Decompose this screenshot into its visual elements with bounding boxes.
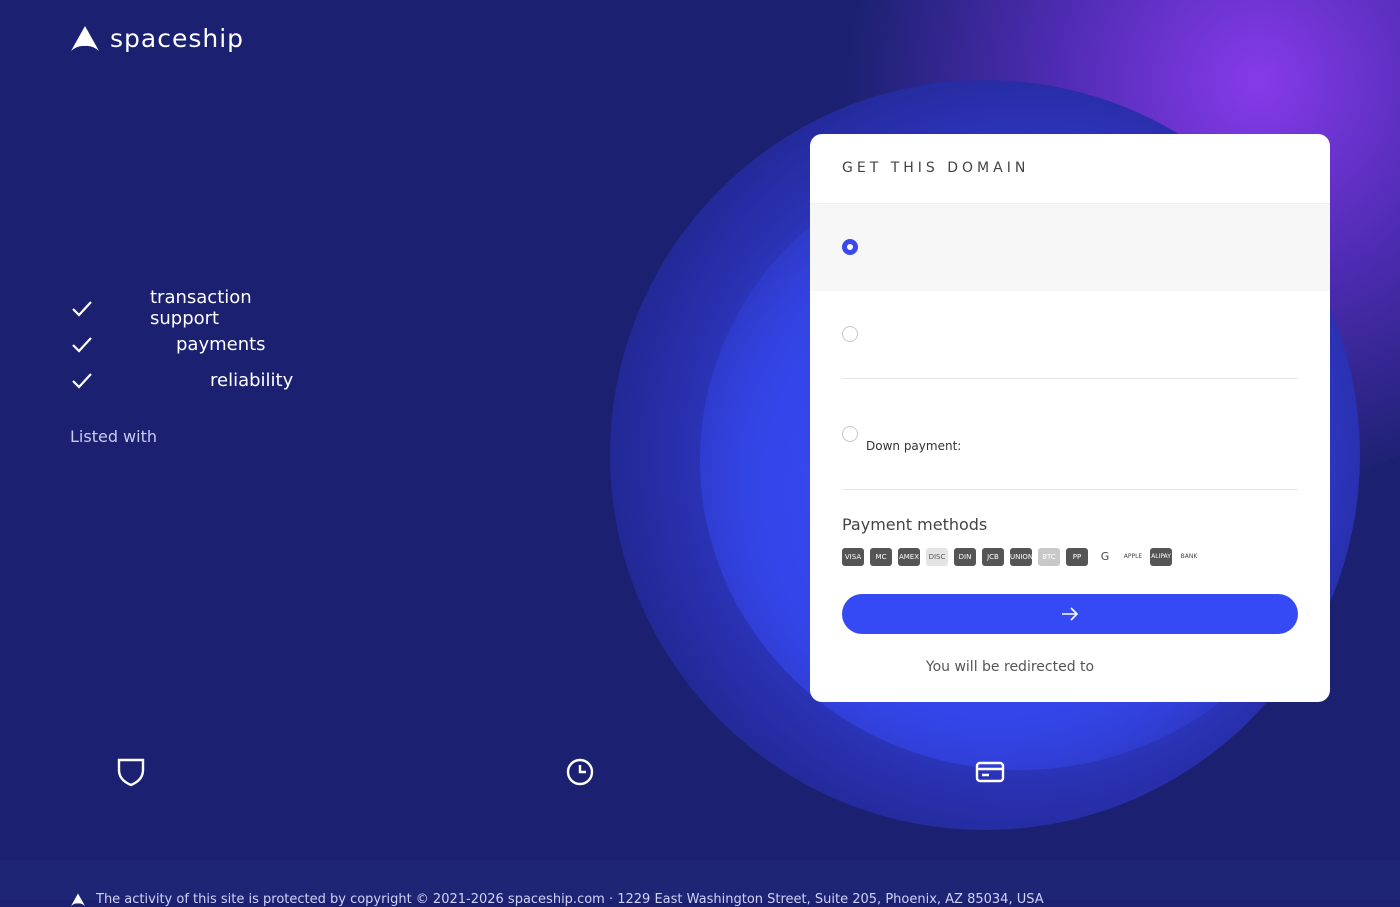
bank-transfer-icon: BANK <box>1180 553 1198 560</box>
listed-with-text: Listed with <box>70 427 157 446</box>
check-icon <box>72 301 92 317</box>
google-pay-icon: G <box>1100 550 1110 563</box>
payment-methods-title: Payment methods <box>842 515 988 534</box>
option-divider <box>842 489 1298 490</box>
bitcoin-icon: BTC <box>1038 548 1060 566</box>
feature-item: payments <box>70 326 266 362</box>
brand-logo[interactable]: spaceship <box>70 24 244 53</box>
down-payment-label: Down payment: <box>866 439 962 453</box>
continue-button[interactable] <box>842 594 1298 634</box>
check-icon <box>72 337 92 353</box>
apple-pay-icon: APPLE <box>1123 553 1143 560</box>
check-icon <box>72 373 92 389</box>
alipay-icon: ALIPAY <box>1150 548 1172 566</box>
payment-methods-list: VISA MC AMEX DISC DIN JCB UNION BTC PP G… <box>842 548 1200 566</box>
purchase-option-buy-now[interactable] <box>810 204 1330 291</box>
shield-icon <box>117 758 145 787</box>
brand-name: spaceship <box>110 24 245 53</box>
paypal-icon: PP <box>1066 548 1088 566</box>
mastercard-icon: MC <box>870 548 892 566</box>
feature-label: transaction support <box>150 287 252 329</box>
feature-item: transaction support <box>70 287 252 329</box>
clock-icon <box>566 758 594 786</box>
card-icon <box>975 761 1005 783</box>
feature-label: payments <box>176 333 266 355</box>
footer: The activity of this site is protected b… <box>0 860 1400 907</box>
discover-icon: DISC <box>926 548 948 566</box>
card-title: GET THIS DOMAIN <box>810 134 1330 204</box>
purchase-option-lease[interactable] <box>810 291 1330 379</box>
domain-purchase-card: GET THIS DOMAIN Down payment: Payment me… <box>810 134 1330 702</box>
purchase-option-installments[interactable]: Down payment: <box>810 379 1330 490</box>
diners-icon: DIN <box>954 548 976 566</box>
arrow-right-icon <box>1062 607 1079 621</box>
jcb-icon: JCB <box>982 548 1004 566</box>
redirect-note: You will be redirected to <box>925 659 1095 675</box>
option-radio[interactable] <box>842 239 858 255</box>
feature-label: reliability <box>210 369 294 391</box>
unionpay-icon: UNION <box>1010 548 1033 566</box>
option-radio[interactable] <box>842 326 858 342</box>
amex-icon: AMEX <box>898 548 920 566</box>
rocket-logo-icon <box>71 25 99 51</box>
feature-item: reliability <box>70 362 293 398</box>
visa-icon: VISA <box>842 548 864 566</box>
feature-list: transaction support payments reliability <box>70 287 293 398</box>
option-radio[interactable] <box>842 426 858 442</box>
